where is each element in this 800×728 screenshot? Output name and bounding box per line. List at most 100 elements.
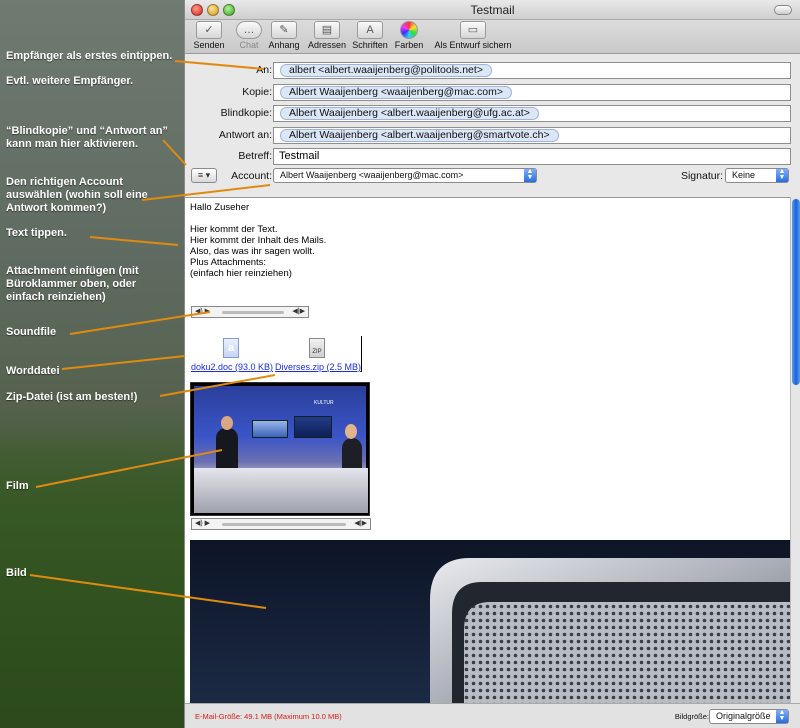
volume-play-icon[interactable]: ◀) ▶ <box>195 307 210 317</box>
signature-select[interactable]: Keine ▲ ▼ <box>725 168 789 183</box>
sound-scrubber[interactable] <box>222 311 284 314</box>
attachment-zip[interactable]: Diverses.zip (2.5 MB) <box>275 362 361 372</box>
addresses-label: Adressen <box>307 40 347 50</box>
status-bar: E-Mail-Größe: 49.1 MB (Maximum 10.0 MB) … <box>185 703 800 728</box>
annotation-more-recipients: Evtl. weitere Empfänger. <box>6 75 134 87</box>
account-value: Albert Waaijenberg <waaijenberg@mac.com> <box>280 170 464 180</box>
text-cursor <box>361 336 362 372</box>
save-draft-label: Als Entwurf sichern <box>434 40 512 50</box>
annotation-film: Film <box>6 480 29 492</box>
paperclip-icon: ✎ <box>271 21 297 39</box>
address-book-icon: ▤ <box>314 21 340 39</box>
bcc-field[interactable]: Albert Waaijenberg <albert.waaijenberg@u… <box>273 105 791 122</box>
image-size-value: Originalgröße <box>716 711 771 721</box>
tv-overlay-text: KULTUR <box>314 400 334 406</box>
chat-button[interactable]: … Chat <box>235 21 263 50</box>
image-size-select[interactable]: Originalgröße ▲ ▼ <box>709 709 789 724</box>
draft-icon: ▭ <box>460 21 486 39</box>
send-button[interactable]: ✓ Senden <box>193 21 225 50</box>
window-title: Testmail <box>470 3 515 17</box>
save-draft-button[interactable]: ▭ Als Entwurf sichern <box>431 21 515 50</box>
fonts-button[interactable]: A Schriften <box>351 21 389 50</box>
movie-attachment[interactable]: KULTUR <box>190 382 370 516</box>
zip-archive-icon[interactable]: ZIP <box>309 338 325 358</box>
scrollbar-thumb[interactable] <box>792 199 800 385</box>
fonts-icon: A <box>357 21 383 39</box>
annotation-zipdatei: Zip-Datei (ist am besten!) <box>6 391 138 403</box>
annotation-soundfile: Soundfile <box>6 326 57 338</box>
body-line: (einfach hier reinziehen) <box>190 268 292 279</box>
color-wheel-icon <box>400 21 418 39</box>
signature-label: Signatur: <box>680 170 723 182</box>
subject-label: Betreff: <box>238 150 272 162</box>
mail-compose-window: Testmail ✓ Senden … Chat ✎ Anhang ▤ Adre… <box>184 0 800 728</box>
updown-icon: ▲ ▼ <box>524 168 536 182</box>
volume-play-icon[interactable]: ◀) ▶ <box>195 519 210 529</box>
send-icon: ✓ <box>196 21 222 39</box>
studio-desk <box>194 468 368 513</box>
image-content <box>430 558 790 703</box>
subject-field[interactable]: Testmail <box>273 148 791 165</box>
mail-headers: An: albert <albert.waaijenberg@politools… <box>185 54 800 214</box>
annotation-bild: Bild <box>6 567 27 579</box>
presenter <box>216 428 238 470</box>
body-line: Hier kommt der Text. <box>190 224 278 235</box>
title-bar[interactable]: Testmail <box>185 0 800 20</box>
step-icon[interactable]: ◀|▶ <box>292 307 305 317</box>
attach-button[interactable]: ✎ Anhang <box>267 21 301 50</box>
annotation-bcc-reply: “Blindkopie” und “Antwort an” kann man h… <box>6 125 168 150</box>
body-line <box>190 213 326 224</box>
attachment-doc[interactable]: doku2.doc (93.0 KB) <box>191 362 273 372</box>
image-attachment[interactable] <box>190 540 790 703</box>
account-select[interactable]: Albert Waaijenberg <waaijenberg@mac.com>… <box>273 168 537 183</box>
bcc-label: Blindkopie: <box>220 107 272 119</box>
cc-token[interactable]: Albert Waaijenberg <waaijenberg@mac.com> <box>280 86 512 99</box>
account-label: Account: <box>231 170 272 182</box>
body-line: Plus Attachments: <box>190 257 267 268</box>
body-line: Hier kommt der Inhalt des Mails. <box>190 235 327 246</box>
reply-to-field[interactable]: Albert Waaijenberg <albert.waaijenberg@s… <box>273 127 791 144</box>
annotation-attachment: Attachment einfügen (mit Büroklammer obe… <box>6 265 139 303</box>
annotation-recipient: Empfänger als erstes eintippen. <box>6 50 173 62</box>
body-line: Hallo Zuseher <box>190 202 250 213</box>
toolbar-toggle-icon[interactable] <box>774 5 792 15</box>
colors-label: Farben <box>394 40 424 50</box>
chat-label: Chat <box>239 40 259 50</box>
presenter-head <box>345 424 357 439</box>
addresses-button[interactable]: ▤ Adressen <box>307 21 347 50</box>
sound-player[interactable]: ◀) ▶ ◀|▶ <box>191 306 309 318</box>
fonts-label: Schriften <box>352 40 388 50</box>
movie-frame: KULTUR <box>194 386 368 513</box>
word-document-icon[interactable]: a <box>223 338 239 358</box>
to-token[interactable]: albert <albert.waaijenberg@politools.net… <box>280 64 492 77</box>
message-body[interactable]: Hallo Zuseher Hier kommt der Text. Hier … <box>185 197 791 703</box>
image-size-label: Bildgröße: <box>674 712 709 721</box>
to-field[interactable]: albert <albert.waaijenberg@politools.net… <box>273 62 791 79</box>
presenter <box>342 438 362 472</box>
reply-to-token[interactable]: Albert Waaijenberg <albert.waaijenberg@s… <box>280 129 559 142</box>
step-icon[interactable]: ◀|▶ <box>354 519 367 529</box>
attach-label: Anhang <box>268 40 300 50</box>
studio-screen <box>252 420 288 438</box>
body-scrollbar[interactable] <box>790 197 800 703</box>
studio-screen <box>294 416 332 438</box>
updown-icon: ▲ ▼ <box>776 168 788 182</box>
cc-label: Kopie: <box>242 86 272 98</box>
colors-button[interactable]: Farben <box>393 21 425 50</box>
movie-player-controls[interactable]: ◀) ▶ ◀|▶ <box>191 518 371 530</box>
movie-scrubber[interactable] <box>222 523 346 526</box>
updown-icon: ▲ ▼ <box>776 709 788 723</box>
presenter-head <box>221 416 233 430</box>
chat-icon: … <box>236 21 262 39</box>
toolbar: ✓ Senden … Chat ✎ Anhang ▤ Adressen A Sc… <box>185 20 800 54</box>
to-label: An: <box>256 64 272 76</box>
subject-value: Testmail <box>279 150 320 162</box>
annotation-worddatei: Worddatei <box>6 365 60 377</box>
cc-field[interactable]: Albert Waaijenberg <waaijenberg@mac.com> <box>273 84 791 101</box>
reply-to-label: Antwort an: <box>218 129 272 141</box>
send-label: Senden <box>193 40 225 50</box>
signature-value: Keine <box>732 170 756 180</box>
bcc-token[interactable]: Albert Waaijenberg <albert.waaijenberg@u… <box>280 107 539 120</box>
annotation-account: Den richtigen Account auswählen (wohin s… <box>6 176 148 214</box>
body-line: Also, das was ihr sagen wollt. <box>190 246 315 257</box>
